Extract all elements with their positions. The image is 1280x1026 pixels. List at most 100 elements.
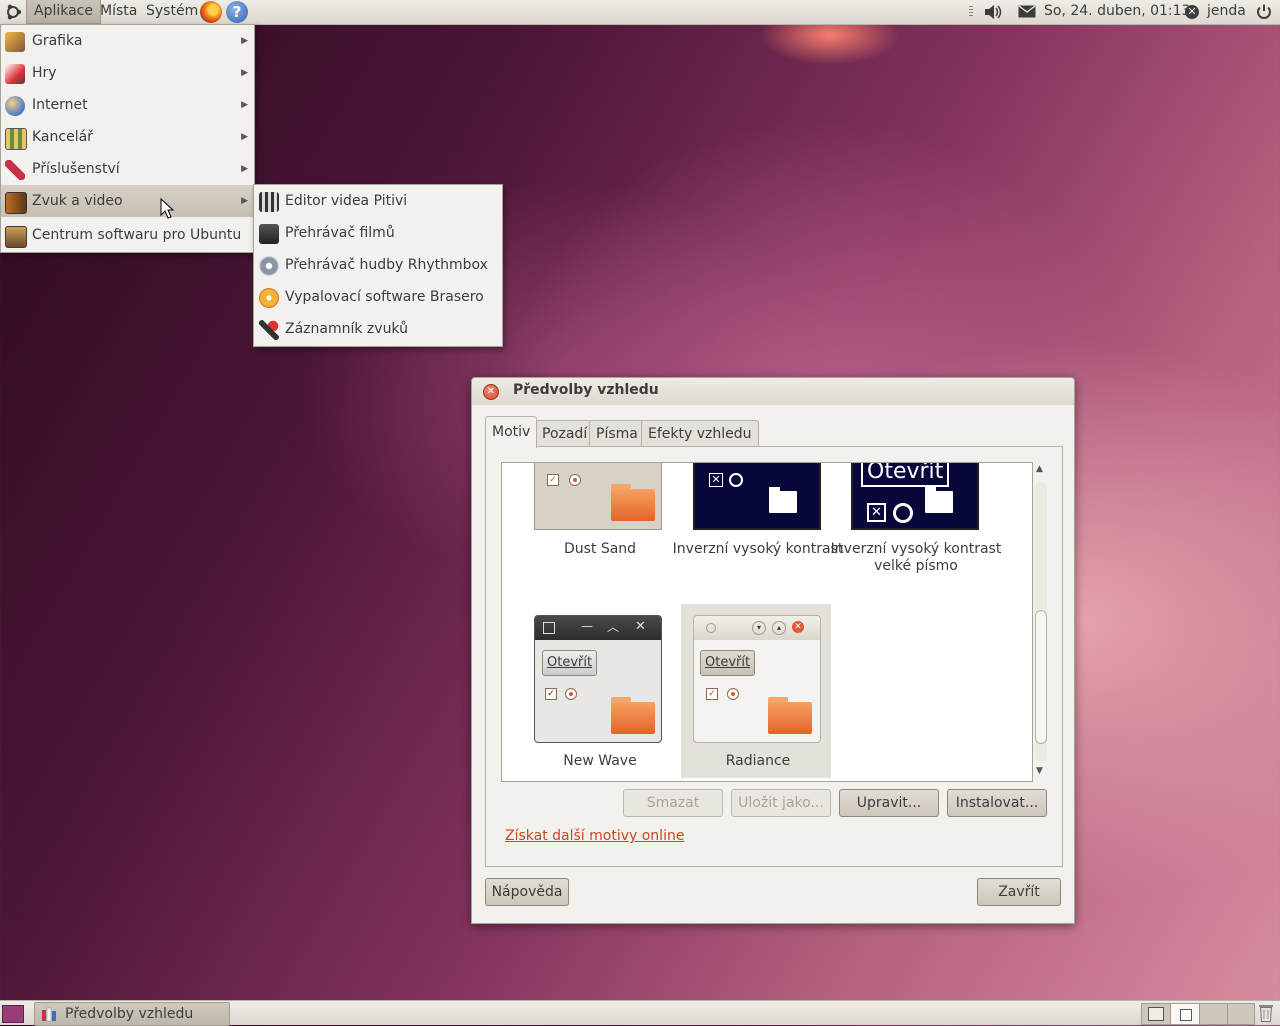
folder-icon [611, 484, 655, 521]
menu-item-software-center[interactable]: Centrum softwaru pro Ubuntu [1, 219, 254, 251]
volume-icon[interactable] [984, 4, 1002, 20]
submenu-arrow-icon: ▶ [241, 36, 248, 46]
mail-icon[interactable] [1018, 5, 1036, 18]
graphics-icon [5, 32, 25, 52]
maximize-icon: ︿ [607, 620, 620, 634]
tab-background[interactable]: Pozadí [535, 420, 595, 447]
tab-panel-theme: ✓ Dust Sand ✕ Inverzní vysoký kontrast O [485, 446, 1063, 867]
top-panel: Aplikace Místa Systém ? So, 24. duben, 0… [0, 0, 1280, 25]
show-desktop-icon[interactable] [2, 1005, 24, 1023]
submenu-arrow-icon: ▶ [241, 164, 248, 174]
checkbox-preview: ✓ [545, 688, 557, 700]
theme-preview: ✕ [693, 463, 821, 530]
games-icon [5, 64, 25, 84]
appearance-icon [42, 1007, 56, 1022]
workspace-2[interactable] [1170, 1003, 1200, 1025]
tab-visual-effects[interactable]: Efekty vzhledu [641, 420, 759, 447]
close-button[interactable]: Zavřít [977, 878, 1061, 906]
microphone-icon [259, 320, 279, 340]
menu-item-rhythmbox[interactable]: Přehrávač hudby Rhythmbox [254, 249, 502, 281]
help-icon[interactable]: ? [226, 1, 248, 23]
brasero-icon [259, 288, 279, 308]
radio-preview [569, 474, 581, 486]
menu-item-label: Editor videa Pitivi [285, 193, 408, 209]
menu-item-graphics[interactable]: Grafika ▶ [1, 25, 254, 57]
theme-inverse-high-contrast-large[interactable]: Otevřít ✕ Inverzní vysoký kontrast velké… [818, 463, 1014, 603]
scroll-down-arrow-icon[interactable]: ▼ [1036, 766, 1043, 776]
theme-radiance[interactable]: ▾ ▴ ✕ Otevřít ✓ Radiance [660, 613, 856, 781]
menu-item-label: Zvuk a video [32, 193, 123, 209]
checkbox-preview: ✕ [867, 503, 886, 522]
folder-icon [769, 487, 797, 513]
menu-places[interactable]: Místa [100, 0, 137, 24]
menu-item-label: Příslušenství [32, 161, 120, 177]
bottom-panel: Předvolby vzhledu [0, 1000, 1280, 1026]
internet-icon [5, 96, 25, 116]
workspace-1[interactable] [1141, 1003, 1171, 1025]
menu-item-label: Centrum softwaru pro Ubuntu [32, 227, 242, 243]
theme-list-scrollbar[interactable]: ▲ ▼ [1033, 462, 1049, 780]
menu-item-office[interactable]: Kancelář ▶ [1, 121, 254, 153]
preview-button: Otevřít [861, 463, 950, 487]
taskbar-item-label: Předvolby vzhledu [65, 1006, 194, 1022]
edit-button[interactable]: Upravit... [839, 789, 939, 817]
menu-item-internet[interactable]: Internet ▶ [1, 89, 254, 121]
user-status-icon[interactable]: ✕ [1185, 5, 1199, 19]
workspace-4[interactable] [1227, 1003, 1255, 1025]
menu-system[interactable]: Systém [146, 0, 198, 24]
submenu-arrow-icon: ▶ [241, 132, 248, 142]
menu-item-sound-video[interactable]: Zvuk a video ▶ [1, 185, 254, 217]
tab-theme[interactable]: Motiv [485, 416, 538, 448]
trash-icon[interactable] [1258, 1003, 1274, 1022]
menu-item-label: Vypalovací software Brasero [285, 289, 484, 305]
menu-item-brasero[interactable]: Vypalovací software Brasero [254, 281, 502, 313]
accessories-icon [5, 160, 25, 180]
menu-item-label: Grafika [32, 33, 83, 49]
install-button[interactable]: Instalovat... [947, 789, 1047, 817]
help-button[interactable]: Nápověda [485, 878, 569, 906]
theme-preview: — ︿ ✕ Otevřít ✓ [534, 615, 662, 743]
dialog-titlebar[interactable]: ✕ Předvolby vzhledu [472, 378, 1074, 405]
software-center-icon [5, 226, 27, 248]
theme-name: Radiance [725, 753, 791, 769]
sound-video-submenu: Editor videa Pitivi Přehrávač filmů Přeh… [253, 184, 503, 347]
menu-item-label: Záznamník zvuků [285, 321, 408, 337]
dialog-title: Předvolby vzhledu [513, 382, 659, 398]
checkbox-preview: ✓ [706, 688, 718, 700]
radio-preview [729, 473, 743, 487]
menu-item-movie-player[interactable]: Přehrávač filmů [254, 217, 502, 249]
power-icon[interactable] [1255, 3, 1273, 21]
minimize-icon: ▾ [752, 621, 766, 635]
delete-button[interactable]: Smazat [623, 789, 723, 817]
preview-titlebar: ▾ ▴ ✕ [694, 616, 820, 640]
menu-item-label: Internet [32, 97, 88, 113]
rhythmbox-icon [259, 256, 279, 276]
workspace-3[interactable] [1199, 1003, 1229, 1025]
window-menu-icon [706, 623, 716, 633]
menu-item-pitivi[interactable]: Editor videa Pitivi [254, 185, 502, 217]
panel-handle[interactable] [969, 6, 973, 18]
user-name[interactable]: jenda [1207, 0, 1246, 24]
scrollbar-thumb[interactable] [1035, 610, 1047, 744]
theme-name: Inverzní vysoký kontrast velké písmo [830, 541, 1002, 574]
submenu-arrow-icon: ▶ [241, 196, 248, 206]
menu-item-games[interactable]: Hry ▶ [1, 57, 254, 89]
theme-preview: ▾ ▴ ✕ Otevřít ✓ [693, 615, 821, 743]
save-as-button[interactable]: Uložit jako... [731, 789, 831, 817]
menu-item-sound-recorder[interactable]: Záznamník zvuků [254, 313, 502, 345]
scroll-up-arrow-icon[interactable]: ▲ [1036, 464, 1043, 474]
appearance-preferences-dialog: ✕ Předvolby vzhledu Motiv Pozadí Písma E… [471, 377, 1075, 924]
window-close-icon[interactable]: ✕ [483, 384, 499, 400]
tab-fonts[interactable]: Písma [589, 420, 645, 447]
theme-list[interactable]: ✓ Dust Sand ✕ Inverzní vysoký kontrast O [501, 462, 1033, 782]
radio-preview [893, 503, 913, 523]
taskbar-item-appearance[interactable]: Předvolby vzhledu [34, 1002, 230, 1026]
video-editor-icon [259, 192, 279, 212]
ubuntu-logo-icon[interactable] [4, 3, 22, 21]
menu-applications[interactable]: Aplikace [26, 0, 101, 24]
get-more-themes-link[interactable]: Získat další motivy online [505, 828, 684, 844]
firefox-icon[interactable] [200, 1, 222, 23]
menu-item-accessories[interactable]: Příslušenství ▶ [1, 153, 254, 185]
clock[interactable]: So, 24. duben, 01:13 [1044, 0, 1190, 24]
theme-preview: ✓ [534, 463, 662, 530]
